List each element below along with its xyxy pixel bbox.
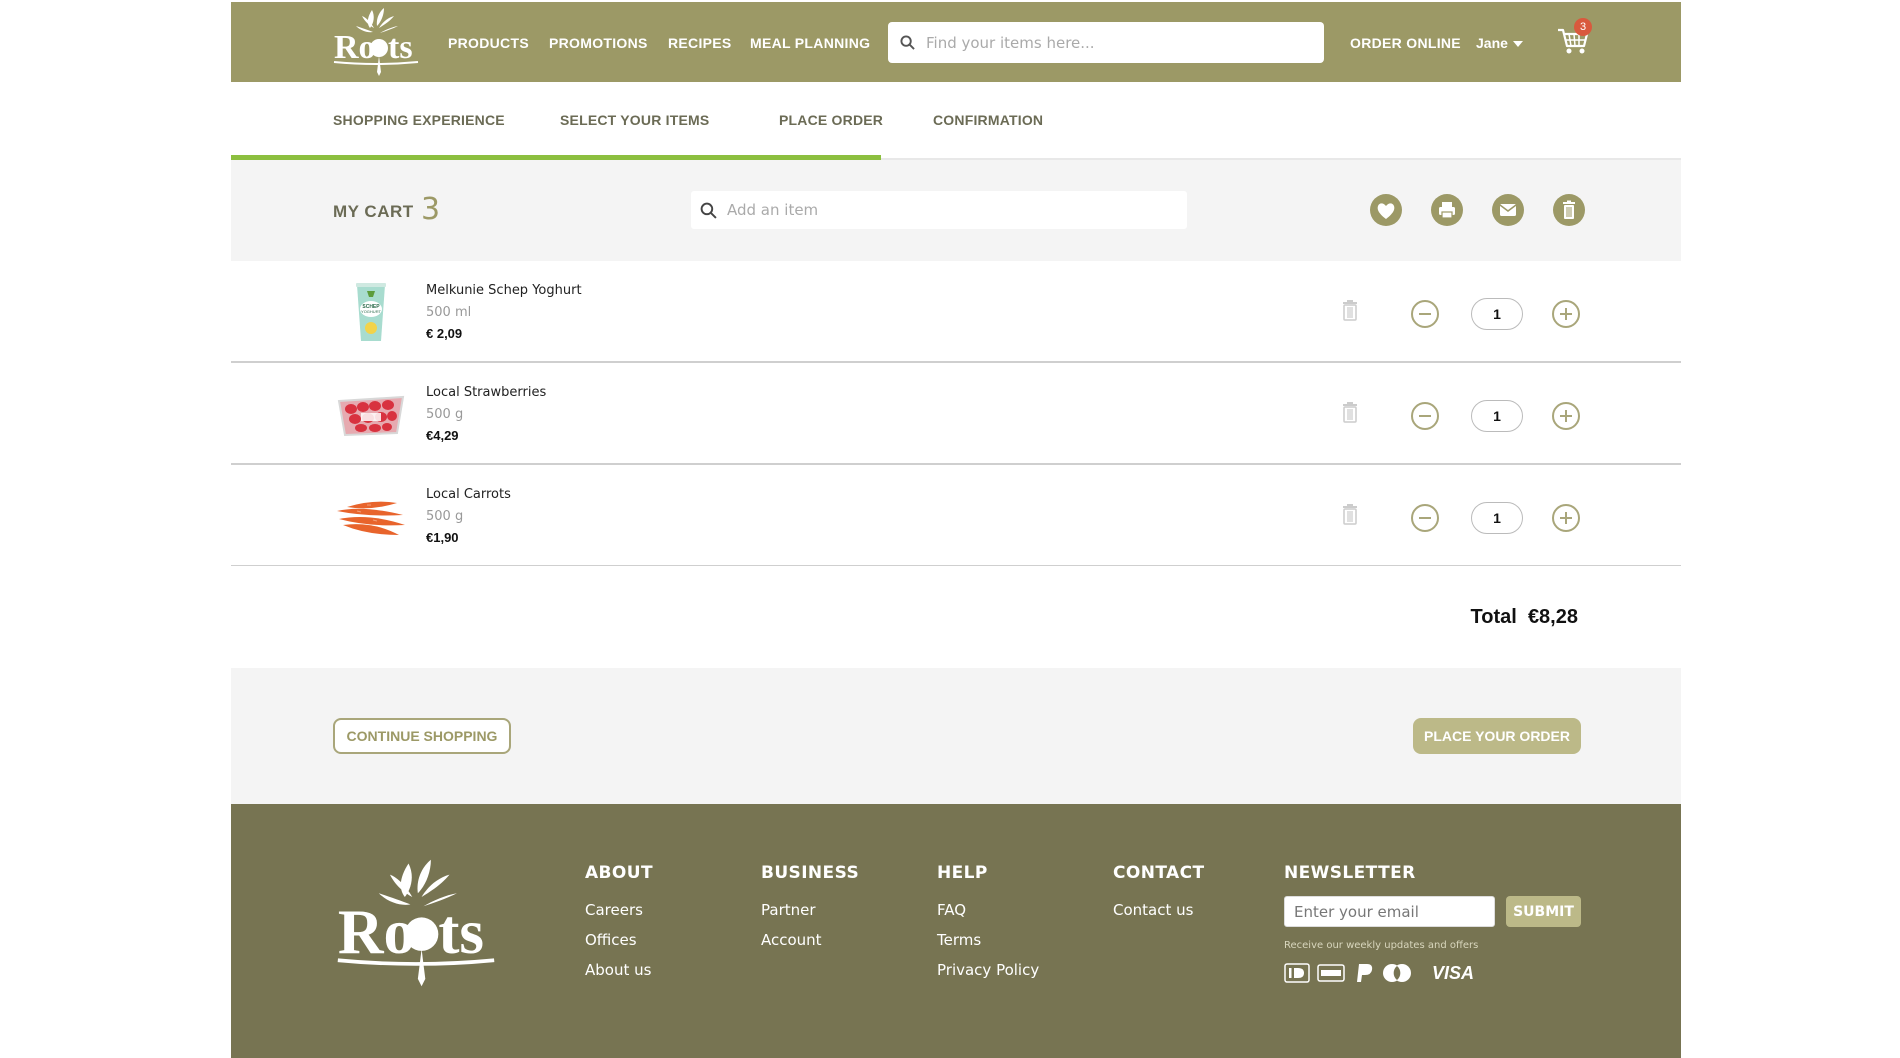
footer-link-contact-us[interactable]: Contact us <box>1113 901 1193 919</box>
nav-order-online[interactable]: ORDER ONLINE <box>1350 35 1461 51</box>
item-price: €1,90 <box>426 530 459 545</box>
cart-total: Total €8,28 <box>1471 606 1578 629</box>
increase-quantity-icon[interactable] <box>1551 299 1581 329</box>
svg-text:ts: ts <box>388 29 413 66</box>
remove-item-icon[interactable] <box>1341 503 1359 525</box>
newsletter-email-input[interactable] <box>1284 896 1495 927</box>
place-order-button[interactable]: PLACE YOUR ORDER <box>1413 718 1581 754</box>
wishlist-button[interactable] <box>1370 194 1402 226</box>
nav-products[interactable]: PRODUCTS <box>448 35 529 51</box>
footer-heading-help: HELP <box>937 863 988 883</box>
total-label: Total <box>1470 606 1517 628</box>
newsletter-note: Receive our weekly updates and offers <box>1284 940 1479 951</box>
strawberry-punnet-image <box>337 395 405 437</box>
svg-text:ts: ts <box>438 897 484 967</box>
search-icon <box>700 202 717 219</box>
carrots-image <box>337 501 405 535</box>
cart-count-badge: 3 <box>1574 18 1592 36</box>
increase-quantity-icon[interactable] <box>1551 401 1581 431</box>
heart-icon <box>1377 203 1395 219</box>
paypal-icon <box>1357 964 1373 982</box>
svg-text:Ro: Ro <box>338 897 415 967</box>
item-name: Local Strawberries <box>426 385 547 400</box>
newsletter-submit-button[interactable]: SUBMIT <box>1506 896 1581 927</box>
continue-shopping-button[interactable]: CONTINUE SHOPPING <box>333 718 511 754</box>
footer-link-careers[interactable]: Careers <box>585 901 643 919</box>
search-icon <box>900 35 915 50</box>
cart-item-row: Local Carrots 500 g €1,90 <box>231 465 1681 567</box>
visa-label: VISA <box>1432 963 1475 983</box>
ideal-icon <box>1284 963 1310 983</box>
nav-promotions[interactable]: PROMOTIONS <box>549 35 648 51</box>
yoghurt-cup-image: SCHEP YOGHURT <box>356 283 386 341</box>
total-value: €8,28 <box>1527 606 1578 628</box>
roots-logo[interactable]: Ro ts <box>333 856 499 990</box>
footer-heading-newsletter: NEWSLETTER <box>1284 863 1416 883</box>
search-input[interactable] <box>926 22 1306 63</box>
step-shopping-experience[interactable]: SHOPPING EXPERIENCE <box>333 112 505 128</box>
chevron-down-icon <box>1512 41 1523 48</box>
step-confirmation[interactable]: CONFIRMATION <box>933 112 1043 128</box>
cart-title: MY CART <box>333 202 414 221</box>
item-price: € 2,09 <box>426 326 463 341</box>
decrease-quantity-icon[interactable] <box>1410 401 1440 431</box>
remove-item-icon[interactable] <box>1341 299 1359 321</box>
item-name: Local Carrots <box>426 487 511 502</box>
footer-link-terms[interactable]: Terms <box>937 931 981 949</box>
footer-link-about-us[interactable]: About us <box>585 961 651 979</box>
quantity-input[interactable] <box>1471 400 1523 432</box>
increase-quantity-icon[interactable] <box>1551 503 1581 533</box>
mail-icon <box>1499 204 1517 216</box>
cart-action-bar: CONTINUE SHOPPING PLACE YOUR ORDER <box>231 668 1681 804</box>
remove-item-icon[interactable] <box>1341 401 1359 423</box>
footer-link-privacy-policy[interactable]: Privacy Policy <box>937 961 1039 979</box>
item-name: Melkunie Schep Yoghurt <box>426 283 582 298</box>
cart-item-row: Local Strawberries 500 g €4,29 <box>231 363 1681 465</box>
footer-link-offices[interactable]: Offices <box>585 931 637 949</box>
nav-meal-planning[interactable]: MEAL PLANNING <box>750 35 870 51</box>
amex-icon <box>1317 964 1345 982</box>
quantity-input[interactable] <box>1471 502 1523 534</box>
checkout-steps: SHOPPING EXPERIENCE SELECT YOUR ITEMS PL… <box>231 82 1681 160</box>
item-price: €4,29 <box>426 428 459 443</box>
cart-header: MY CART 3 <box>231 160 1681 261</box>
print-button[interactable] <box>1431 194 1463 226</box>
svg-text:Ro: Ro <box>334 29 376 66</box>
item-size: 500 g <box>426 407 464 422</box>
clear-cart-button[interactable] <box>1553 194 1585 226</box>
search-bar <box>888 22 1324 63</box>
item-size: 500 g <box>426 509 464 524</box>
step-place-order[interactable]: PLACE ORDER <box>779 112 883 128</box>
item-size: 500 ml <box>426 305 472 320</box>
user-menu[interactable]: Jane <box>1476 35 1523 51</box>
footer-heading-about: ABOUT <box>585 863 653 883</box>
quantity-input[interactable] <box>1471 298 1523 330</box>
decrease-quantity-icon[interactable] <box>1410 503 1440 533</box>
cart-item-row: SCHEP YOGHURT Melkunie Schep Yoghurt 500… <box>231 261 1681 363</box>
footer-link-faq[interactable]: FAQ <box>937 901 966 919</box>
footer-heading-business: BUSINESS <box>761 863 860 883</box>
cart-item-count: 3 <box>421 192 441 227</box>
footer-link-partner[interactable]: Partner <box>761 901 816 919</box>
footer-heading-contact: CONTACT <box>1113 863 1205 883</box>
print-icon <box>1439 202 1455 219</box>
roots-logo[interactable]: Ro ts <box>332 6 420 78</box>
page-frame: Ro ts PRODUCTS PROMOTIONS RECIPES MEAL P… <box>231 0 1681 1058</box>
email-button[interactable] <box>1492 194 1524 226</box>
cart-total-row: Total €8,28 <box>231 566 1681 668</box>
add-item-bar <box>691 191 1187 229</box>
svg-text:YOGHURT: YOGHURT <box>361 309 381 314</box>
top-nav-bar: Ro ts PRODUCTS PROMOTIONS RECIPES MEAL P… <box>231 2 1681 82</box>
add-item-input[interactable] <box>727 191 1167 229</box>
footer-link-account[interactable]: Account <box>761 931 822 949</box>
decrease-quantity-icon[interactable] <box>1410 299 1440 329</box>
trash-icon <box>1563 200 1575 219</box>
mastercard-icon <box>1383 964 1411 982</box>
nav-recipes[interactable]: RECIPES <box>668 35 732 51</box>
user-name: Jane <box>1476 35 1508 51</box>
site-footer: Ro ts ABOUT Careers Offices About us BUS… <box>231 804 1681 1058</box>
step-select-items[interactable]: SELECT YOUR ITEMS <box>560 112 709 128</box>
